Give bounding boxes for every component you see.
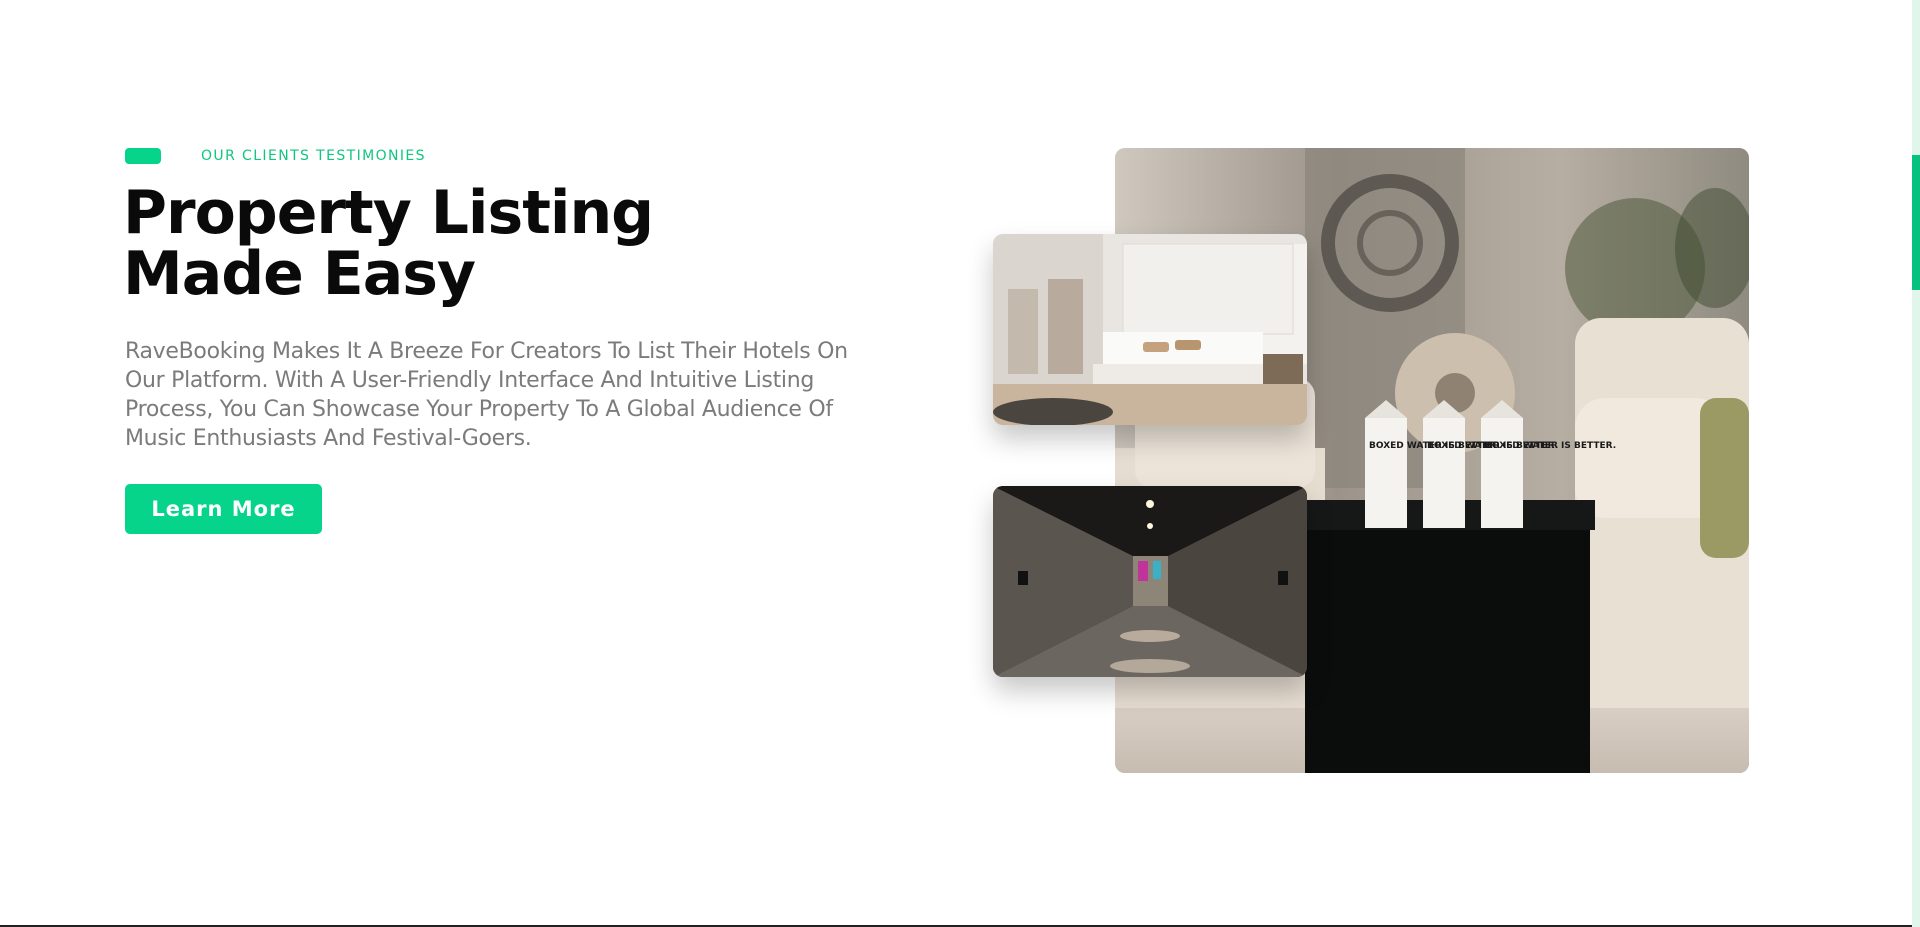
eyebrow-marker-icon (125, 148, 161, 164)
hero-description: RaveBooking Makes It A Breeze For Creato… (125, 339, 848, 451)
carton-label-3: BOXED WATER IS BETTER. (1485, 441, 1616, 451)
corridor-photo-illustration (993, 486, 1307, 677)
learn-more-button[interactable]: Learn More (125, 484, 322, 534)
title-line-1: Property Listing (123, 178, 654, 248)
page-title: Property Listing Made Easy (123, 183, 683, 305)
scrollbar-thumb[interactable] (1912, 155, 1920, 290)
page: OUR CLIENTS TESTIMONIES Property Listing… (0, 0, 1920, 927)
section-eyebrow: OUR CLIENTS TESTIMONIES (125, 148, 426, 164)
page-scrollbar[interactable] (1912, 0, 1920, 927)
title-line-2: Made Easy (123, 239, 476, 309)
eyebrow-label: OUR CLIENTS TESTIMONIES (201, 148, 426, 164)
bedroom-photo (993, 234, 1307, 425)
corridor-photo (993, 486, 1307, 677)
bedroom-photo-illustration (993, 234, 1307, 425)
